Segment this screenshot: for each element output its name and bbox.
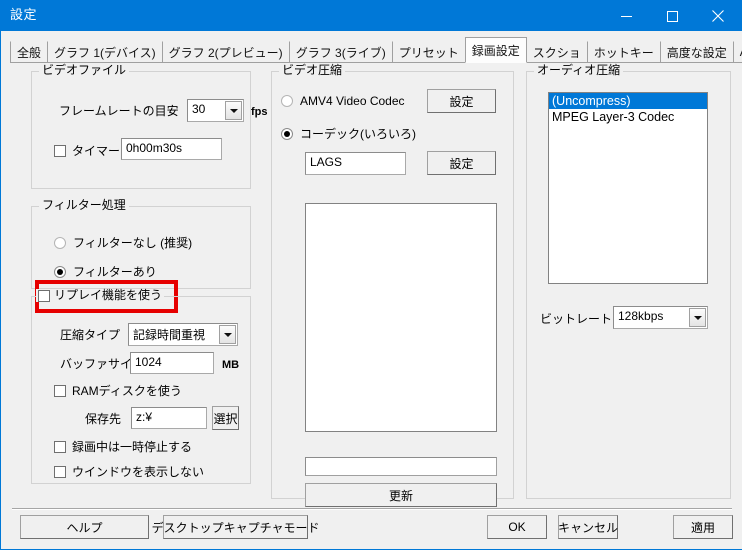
tab-strip: 全般 グラフ 1(デバイス) グラフ 2(プレビュー) グラフ 3(ライブ) プ…	[10, 37, 742, 63]
audio-codec-list[interactable]: (Uncompress) MPEG Layer-3 Codec	[548, 92, 708, 284]
footer-divider	[12, 508, 732, 510]
checkbox-icon	[54, 440, 66, 453]
chevron-down-icon[interactable]	[219, 325, 236, 344]
group-audio-compression: オーディオ圧縮 (Uncompress) MPEG Layer-3 Codec …	[526, 64, 731, 499]
bitrate-label: ビットレート	[540, 312, 613, 326]
group-replay: リプレイ機能を使う 圧縮タイプ 記録時間重視 バッファサイズ 1024 MB R…	[31, 289, 251, 484]
savepath-label: 保存先	[85, 412, 122, 426]
group-replay-legend-label: リプレイ機能を使う	[54, 288, 163, 302]
chevron-down-icon[interactable]	[225, 101, 242, 120]
ramdisk-label: RAMディスクを使う	[72, 384, 182, 398]
update-button[interactable]: 更新	[305, 483, 497, 507]
chevron-down-icon[interactable]	[689, 308, 706, 327]
title-bar: 設定	[1, 1, 741, 31]
tab-list: 全般 グラフ 1(デバイス) グラフ 2(プレビュー) グラフ 3(ライブ) プ…	[10, 37, 742, 63]
tab-advanced[interactable]: 高度な設定	[659, 41, 734, 63]
minimize-icon[interactable]	[603, 1, 649, 31]
tab-hotkey[interactable]: ホットキー	[586, 41, 661, 63]
timer-checkbox[interactable]: タイマー	[54, 142, 120, 159]
tab-preset[interactable]: プリセット	[391, 41, 466, 63]
radio-amv4-codec[interactable]: AMV4 Video Codec	[281, 94, 405, 108]
ramdisk-checkbox[interactable]: RAMディスクを使う	[54, 382, 182, 399]
timer-label: タイマー	[72, 144, 121, 158]
help-button[interactable]: ヘルプ	[20, 515, 149, 539]
timer-input[interactable]: 0h00m30s	[121, 138, 222, 160]
tab-label: グラフ 1(デバイス)	[54, 45, 156, 60]
compress-type-combo[interactable]: 記録時間重視	[128, 323, 238, 346]
tab-label: 高度な設定	[666, 45, 727, 60]
codec-settings-button[interactable]: 設定	[427, 151, 496, 175]
group-video-compression-legend: ビデオ圧縮	[279, 64, 346, 77]
amv4-settings-button[interactable]: 設定	[427, 89, 496, 113]
ok-button[interactable]: OK	[487, 515, 547, 539]
bitrate-combo[interactable]: 128kbps	[613, 306, 708, 329]
savepath-select-button[interactable]: 選択	[212, 406, 239, 430]
tab-about[interactable]: About	[732, 41, 742, 63]
framerate-label: フレームレートの目安	[59, 104, 179, 118]
radio-no-filter[interactable]: フィルターなし (推奨)	[54, 234, 192, 251]
tab-screenshot[interactable]: スクショ	[525, 41, 588, 63]
checkbox-icon	[38, 289, 50, 302]
settings-dialog: 設定 全般 グラフ 1(デバイス) グラフ 2(プレビュー) グラフ 3(ライブ…	[0, 0, 742, 550]
group-filter: フィルター処理 フィルターなし (推奨) フィルターあり	[31, 199, 251, 289]
tab-label: ホットキー	[593, 45, 654, 60]
tab-graph2-preview[interactable]: グラフ 2(プレビュー)	[161, 41, 290, 63]
compress-type-label: 圧縮タイプ	[60, 328, 121, 342]
radio-icon	[54, 236, 66, 249]
tab-label: グラフ 3(ライブ)	[295, 45, 386, 60]
codec-name-input[interactable]: LAGS	[305, 152, 406, 175]
radio-icon	[281, 127, 293, 140]
group-video-file: ビデオファイル フレームレートの目安 30 fps タイマー 0h00m30s	[31, 64, 268, 189]
group-video-file-legend: ビデオファイル	[39, 64, 130, 77]
framerate-combo[interactable]: 30	[187, 99, 244, 122]
close-icon[interactable]	[695, 1, 741, 31]
desktop-capture-mode-button[interactable]: デスクトップキャプチャモード	[152, 515, 319, 539]
tab-general[interactable]: 全般	[10, 41, 49, 63]
cancel-button[interactable]: キャンセル	[558, 515, 618, 539]
list-item[interactable]: (Uncompress)	[549, 93, 707, 109]
hide-window-checkbox[interactable]: ウインドウを表示しない	[54, 463, 204, 480]
codec-progress-bar	[305, 457, 497, 476]
radio-no-filter-label: フィルターなし (推奨)	[73, 236, 193, 250]
group-filter-legend: フィルター処理	[39, 199, 129, 212]
buffer-size-unit: MB	[222, 359, 240, 371]
checkbox-icon	[54, 144, 66, 157]
group-audio-compression-legend: オーディオ圧縮	[534, 64, 624, 77]
group-replay-legend[interactable]: リプレイ機能を使う	[36, 288, 165, 302]
tab-label: グラフ 2(プレビュー)	[168, 45, 283, 60]
maximize-icon[interactable]	[649, 1, 695, 31]
codec-info-list[interactable]	[305, 203, 497, 432]
codec-label: コーデック(いろいろ)	[300, 127, 416, 141]
pause-while-recording-checkbox[interactable]: 録画中は一時停止する	[54, 438, 192, 455]
bitrate-value: 128kbps	[618, 309, 664, 323]
framerate-value: 30	[192, 102, 206, 116]
framerate-unit: fps	[251, 106, 268, 118]
tab-label: スクショ	[532, 45, 581, 60]
tab-label: 全般	[17, 45, 42, 60]
list-item[interactable]: MPEG Layer-3 Codec	[549, 109, 707, 125]
amv4-label: AMV4 Video Codec	[300, 94, 405, 108]
pause-label: 録画中は一時停止する	[72, 440, 193, 454]
buffer-size-input[interactable]: 1024	[130, 352, 214, 374]
radio-with-filter-label: フィルターあり	[73, 265, 157, 279]
window-controls	[603, 1, 741, 31]
radio-icon	[281, 95, 293, 107]
tab-graph1-device[interactable]: グラフ 1(デバイス)	[47, 41, 163, 63]
savepath-input[interactable]: z:¥	[131, 407, 207, 429]
tab-label: 録画設定	[471, 43, 520, 58]
tab-recording-settings[interactable]: 録画設定	[464, 37, 527, 63]
hidewindow-label: ウインドウを表示しない	[72, 465, 205, 479]
radio-with-filter[interactable]: フィルターあり	[54, 263, 157, 280]
radio-codec-various[interactable]: コーデック(いろいろ)	[281, 125, 416, 142]
checkbox-icon	[54, 465, 66, 478]
dialog-client-area: 全般 グラフ 1(デバイス) グラフ 2(プレビュー) グラフ 3(ライブ) プ…	[2, 31, 742, 549]
tab-graph3-live[interactable]: グラフ 3(ライブ)	[288, 41, 393, 63]
radio-icon	[54, 265, 66, 278]
window-title: 設定	[10, 7, 38, 22]
checkbox-icon	[54, 384, 66, 397]
tab-label: プリセット	[398, 45, 459, 60]
apply-button[interactable]: 適用	[673, 515, 733, 539]
compress-type-value: 記録時間重視	[133, 328, 206, 342]
group-video-compression: ビデオ圧縮 AMV4 Video Codec 設定 コーデック(いろいろ) LA…	[271, 64, 514, 507]
